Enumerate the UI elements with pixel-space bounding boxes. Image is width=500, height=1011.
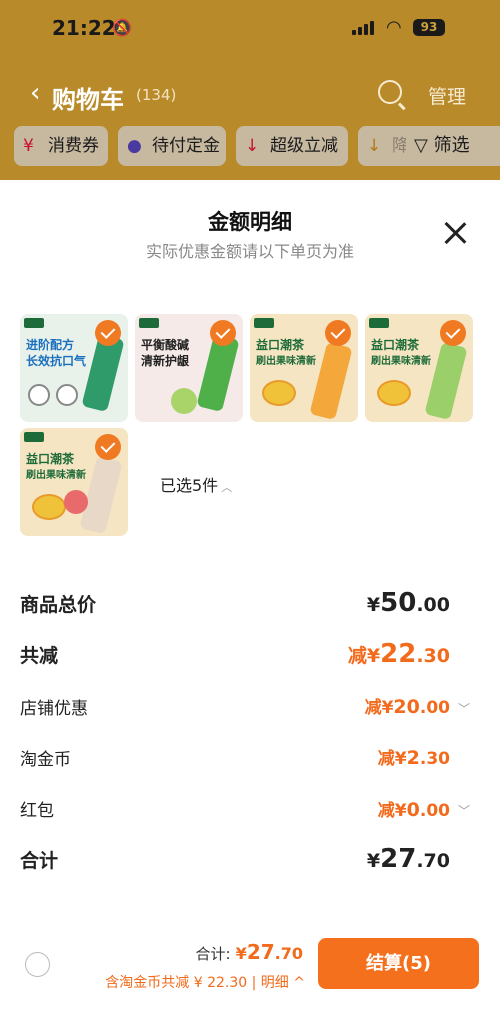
sheet-title: 金额明细	[208, 210, 292, 234]
discount-detail-link[interactable]: 含淘金币共减 ¥ 22.30 | 明细 ^	[105, 972, 305, 992]
row-value-red-packet[interactable]: 减¥0.00	[378, 796, 450, 821]
back-arrow-icon[interactable]: ‹	[30, 78, 40, 108]
manage-button[interactable]: 管理	[428, 82, 466, 109]
row-value-total-discount: 减¥22.30	[347, 639, 450, 669]
mute-bell-icon: 🔕	[112, 18, 132, 37]
row-label-red-packet: 红包	[20, 801, 54, 821]
checkout-button[interactable]: 结算(5)	[318, 938, 479, 989]
select-all-checkbox[interactable]	[25, 952, 50, 977]
wifi-icon: ◠	[386, 17, 402, 38]
close-icon[interactable]	[440, 218, 470, 248]
search-icon[interactable]	[378, 80, 402, 104]
row-label-coins: 淘金币	[20, 750, 71, 770]
chevron-up-icon: ^	[293, 975, 305, 991]
down-arrow-icon: ↓	[367, 136, 382, 156]
page-title: 购物车	[52, 86, 124, 114]
filter-row: ¥ 消费券 ● 待付定金 ↓ 超级立减 ↓ 降 ▽ 筛选	[0, 126, 500, 170]
selected-count-toggle[interactable]: 已选5件 ︿	[160, 472, 232, 496]
row-value-shop-discount[interactable]: 减¥20.00	[365, 693, 450, 718]
cart-count: (134)	[136, 86, 177, 104]
checkbox-checked-icon[interactable]	[440, 320, 466, 346]
row-label-shop-discount: 店铺优惠	[20, 699, 88, 719]
down-arrow-icon: ↓	[245, 136, 260, 156]
sheet-subtitle: 实际优惠金额请以下单页为准	[145, 242, 354, 261]
bottom-total: 合计: ¥27.70	[195, 940, 303, 964]
chevron-down-icon[interactable]: ﹀	[458, 700, 470, 717]
row-label-total-discount: 共减	[20, 645, 59, 667]
coupon-icon: ¥	[23, 136, 34, 156]
funnel-icon: ▽	[414, 135, 428, 156]
status-bar: 21:22 🔕 ◠ 93	[0, 0, 500, 56]
battery-icon: 93	[413, 19, 445, 36]
signal-icon	[352, 21, 378, 35]
filter-chip-coupon[interactable]: ¥ 消费券	[14, 126, 108, 166]
row-value-total: ¥27.70	[366, 844, 450, 874]
row-label-total: 合计	[20, 850, 59, 872]
row-label-subtotal: 商品总价	[20, 594, 97, 616]
filter-chip-super-discount[interactable]: ↓ 超级立减	[236, 126, 348, 166]
checkbox-checked-icon[interactable]	[95, 434, 121, 460]
filter-chip-deposit[interactable]: ● 待付定金	[118, 126, 226, 166]
chevron-down-icon[interactable]: ﹀	[458, 802, 470, 819]
filter-button[interactable]: ▽ 筛选	[406, 126, 500, 166]
amount-detail-sheet: 金额明细 实际优惠金额请以下单页为准 进阶配方 长效抗口气 平衡酸碱 清新护龈 …	[0, 182, 500, 1011]
row-value-subtotal: ¥50.00	[366, 588, 450, 618]
chevron-up-icon: ︿	[221, 481, 233, 494]
nav-bar: ‹ 购物车 (134) 管理	[0, 70, 500, 120]
status-time: 21:22	[52, 16, 116, 40]
row-value-coins: 减¥2.30	[377, 747, 450, 769]
checkbox-checked-icon[interactable]	[210, 320, 236, 346]
clock-icon: ●	[127, 136, 142, 156]
checkbox-checked-icon[interactable]	[325, 320, 351, 346]
checkbox-checked-icon[interactable]	[95, 320, 121, 346]
